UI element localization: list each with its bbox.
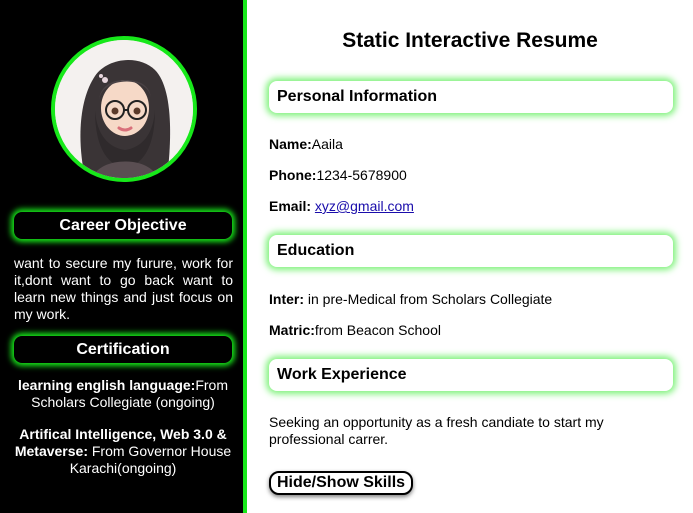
certification-detail: From Governor House Karachi(ongoing) [69, 443, 232, 476]
certification-title: learning english language: [17, 377, 196, 393]
inter-label: Inter: [269, 291, 304, 307]
email-label: Email: [269, 198, 312, 214]
certification-item: learning english language:From Scholars … [8, 377, 238, 411]
matric-label: Matric: [269, 322, 315, 338]
name-value: Aaila [311, 136, 343, 152]
avatar [51, 36, 197, 182]
work-experience-heading: Work Experience [269, 359, 673, 391]
phone-field: Phone:1234-5678900 [269, 167, 407, 184]
matric-value: from Beacon School [314, 322, 441, 338]
phone-value: 1234-5678900 [316, 167, 407, 183]
hijab-girl-avatar-icon [55, 40, 193, 178]
resume-page: Career Objective want to secure my furur… [0, 0, 693, 513]
education-heading: Education [269, 235, 673, 267]
phone-label: Phone: [269, 167, 317, 183]
hide-show-skills-button[interactable]: Hide/Show Skills [269, 471, 414, 495]
sidebar: Career Objective want to secure my furur… [0, 0, 247, 513]
matric-field: Matric:from Beacon School [269, 322, 441, 339]
certification-item: Artifical Intelligence, Web 3.0 & Metave… [8, 426, 238, 477]
work-experience-text: Seeking an opportunity as a fresh candia… [269, 414, 604, 447]
email-link[interactable]: xyz@gmail.com [315, 198, 414, 214]
career-objective-heading: Career Objective [14, 212, 232, 239]
inter-value: in pre-Medical from Scholars Collegiate [304, 291, 553, 307]
inter-field: Inter: in pre-Medical from Scholars Coll… [269, 291, 552, 308]
personal-information-heading: Personal Information [269, 81, 673, 113]
email-field: Email: xyz@gmail.com [269, 198, 414, 215]
page-title: Static Interactive Resume [342, 29, 598, 52]
name-label: Name: [269, 136, 312, 152]
name-field: Name:Aaila [269, 136, 343, 153]
certification-heading: Certification [14, 336, 232, 363]
main-content: Static Interactive Resume Personal Infor… [247, 0, 693, 513]
career-objective-text: want to secure my furure, work for it,do… [14, 255, 233, 322]
